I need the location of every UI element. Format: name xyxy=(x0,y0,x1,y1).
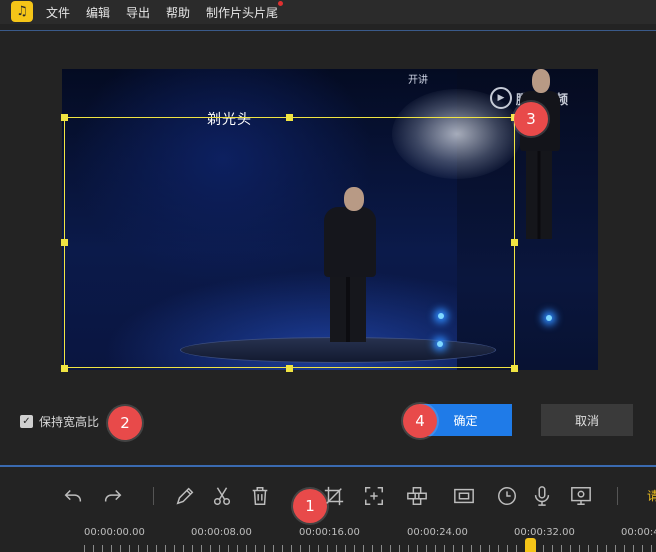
keep-ratio-option[interactable]: ✓ 保持宽高比 xyxy=(20,413,99,430)
timeline-ruler[interactable] xyxy=(84,545,656,552)
scissors-icon[interactable] xyxy=(208,483,236,509)
crop-selection-box[interactable] xyxy=(64,117,515,368)
trash-icon[interactable] xyxy=(246,483,274,509)
pencil-icon[interactable] xyxy=(171,483,199,509)
crop-icon[interactable] xyxy=(320,483,348,509)
crop-handle-left[interactable] xyxy=(61,239,68,246)
crop-handle-top[interactable] xyxy=(286,114,293,121)
menu-divider xyxy=(0,30,656,31)
step-badge-2: 2 xyxy=(108,406,142,440)
timeline-timestamp: 00:00:08.00 xyxy=(191,527,252,538)
mosaic-icon[interactable] xyxy=(403,483,431,509)
timeline-timestamp: 00:00:24.00 xyxy=(407,527,468,538)
new-indicator-dot xyxy=(278,1,283,6)
step-badge-4: 4 xyxy=(403,404,437,438)
screen-record-icon[interactable] xyxy=(567,483,595,509)
menu-export[interactable]: 导出 xyxy=(126,4,150,21)
undo-icon[interactable] xyxy=(59,483,87,509)
video-corner-logo: 开讲 xyxy=(408,75,428,86)
crop-handle-bottom[interactable] xyxy=(286,365,293,372)
timeline-timestamp: 00:00:32.00 xyxy=(514,527,575,538)
crop-handle-right[interactable] xyxy=(511,239,518,246)
timeline-timestamp: 00:00:00.00 xyxy=(84,527,145,538)
menu-bar: ♫ 文件 编辑 导出 帮助 制作片头片尾 xyxy=(0,0,656,24)
frame-icon[interactable] xyxy=(450,483,478,509)
panel-divider xyxy=(0,465,656,467)
timeline-playhead[interactable] xyxy=(525,538,536,552)
menu-help[interactable]: 帮助 xyxy=(166,4,190,21)
app-logo-icon[interactable]: ♫ xyxy=(11,1,33,22)
keep-ratio-checkbox[interactable]: ✓ xyxy=(20,415,33,428)
crop-handle-bottom-left[interactable] xyxy=(61,365,68,372)
speaker-screen-figure xyxy=(526,149,552,239)
play-icon: ▶ xyxy=(490,87,512,109)
menu-edit[interactable]: 编辑 xyxy=(86,4,110,21)
keep-ratio-label: 保持宽高比 xyxy=(39,415,100,429)
toolbar-more[interactable]: 请 xyxy=(647,487,656,504)
microphone-icon[interactable] xyxy=(528,483,556,509)
stage-light xyxy=(546,315,552,321)
speaker-screen-figure xyxy=(532,69,550,93)
cancel-button[interactable]: 取消 xyxy=(541,404,633,436)
timeline-timestamp: 00:00:16.00 xyxy=(299,527,360,538)
redo-icon[interactable] xyxy=(99,483,127,509)
zoom-icon[interactable] xyxy=(360,483,388,509)
menu-file[interactable]: 文件 xyxy=(46,4,70,21)
clock-icon[interactable] xyxy=(493,483,521,509)
toolbar-separator xyxy=(153,487,154,505)
timeline-timestamp: 00:00:4 xyxy=(621,527,656,538)
step-badge-3: 3 xyxy=(514,102,548,136)
crop-handle-top-left[interactable] xyxy=(61,114,68,121)
menu-make-intro-outro[interactable]: 制作片头片尾 xyxy=(206,4,278,21)
crop-handle-bottom-right[interactable] xyxy=(511,365,518,372)
toolbar-separator xyxy=(617,487,618,505)
